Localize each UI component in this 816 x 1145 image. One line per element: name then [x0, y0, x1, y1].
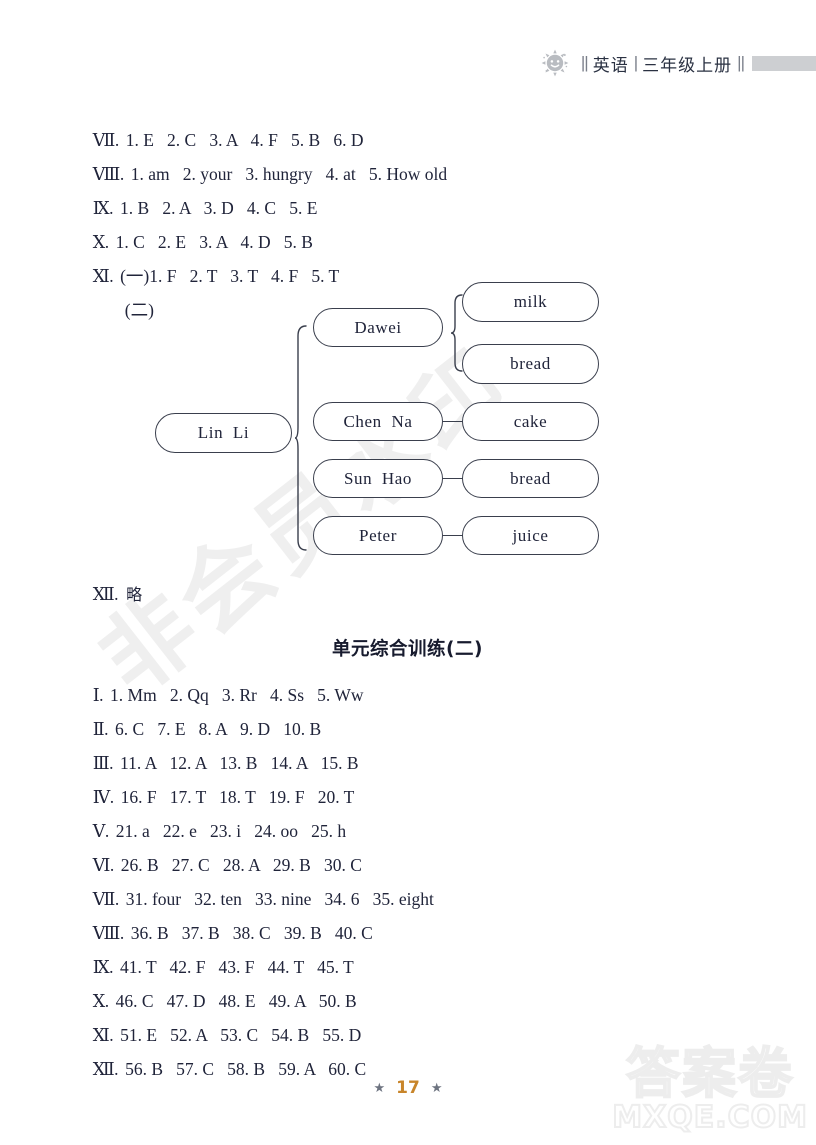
- answer-numeral: Ⅸ.: [92, 956, 114, 977]
- answer-text: 56. B 57. C 58. B 59. A 60. C: [125, 1058, 367, 1079]
- answer-text: 1. C 2. E 3. A 4. D 5. B: [115, 231, 313, 252]
- answer-text: 31. four 32. ten 33. nine 34. 6 35. eigh…: [125, 888, 434, 909]
- answer-line-b-i: Ⅰ. 1. Mm 2. Qq 3. Rr 4. Ss 5. Ww: [84, 669, 364, 704]
- answer-line-vii: Ⅶ. 1. E 2. C 3. A 4. F 5. B 6. D: [84, 114, 364, 150]
- answer-line-xii-lue: Ⅻ. 略: [84, 568, 142, 603]
- answer-line-b-ix: Ⅸ. 41. T 42. F 43. F 44. T 45. T: [84, 941, 354, 976]
- connector-sunhao-bread: [443, 478, 463, 479]
- answer-line-viii: Ⅷ. 1. am 2. your 3. hungry 4. at 5. How o…: [84, 148, 447, 183]
- diagram-node-food-cake: cake: [462, 402, 599, 441]
- page-number: 17: [396, 1078, 420, 1098]
- answer-text: 16. F 17. T 18. T 19. F 20. T: [120, 786, 355, 807]
- answer-numeral: Ⅱ.: [92, 718, 109, 739]
- answer-line-b-viii: Ⅷ. 36. B 37. B 38. C 39. B 40. C: [84, 907, 373, 942]
- header-gray-bar: [752, 55, 816, 71]
- answer-line-b-vii: Ⅶ. 31. four 32. ten 33. nine 34. 6 35. ei…: [84, 873, 434, 908]
- answer-numeral: Ⅻ.: [92, 1058, 119, 1079]
- section-title: 单元综合训练(二): [332, 639, 483, 660]
- answer-text: 1. E 2. C 3. A 4. F 5. B 6. D: [125, 129, 364, 150]
- answer-numeral: Ⅶ.: [92, 129, 119, 150]
- answer-text: 36. B 37. B 38. C 39. B 40. C: [130, 922, 373, 943]
- header-subject: 英语: [592, 55, 629, 76]
- node-label: bread: [510, 354, 551, 373]
- connector-peter-juice: [443, 535, 463, 536]
- answer-line-b-iv: Ⅳ. 16. F 17. T 18. T 19. F 20. T: [84, 771, 355, 807]
- node-label: cake: [513, 411, 548, 431]
- answer-numeral: Ⅷ.: [92, 163, 124, 184]
- answer-line-b-iii: Ⅲ. 11. A 12. A 13. B 14. A 15. B: [84, 737, 359, 772]
- answer-numeral: Ⅸ.: [92, 197, 114, 218]
- answer-line-b-xi: Ⅺ. 51. E 52. A 53. C 54. B 55. D: [84, 1009, 361, 1044]
- answer-numeral: Ⅻ.: [92, 583, 119, 604]
- answer-numeral: Ⅲ.: [92, 752, 114, 773]
- main-brace-icon: [294, 325, 307, 551]
- diagram-node-root: Lin Li: [155, 413, 292, 453]
- answer-text: 46. C 47. D 48. E 49. A 50. B: [115, 990, 357, 1011]
- answer-line-b-xii: Ⅻ. 56. B 57. C 58. B 59. A 60. C: [84, 1043, 366, 1078]
- answer-numeral: Ⅴ.: [92, 820, 110, 841]
- diagram-node-person-chenna: Chen Na: [313, 402, 443, 441]
- answer-line-b-x: Ⅹ. 46. C 47. D 48. E 49. A 50. B: [84, 975, 357, 1010]
- answer-line-b-v: Ⅴ. 21. a 22. e 23. i 24. oo 25. h: [84, 805, 346, 840]
- header-separator-1: ||: [580, 53, 589, 72]
- answer-text: (一)1. F 2. T 3. T 4. F 5. T: [120, 265, 340, 286]
- sun-icon: [540, 48, 570, 78]
- star-right-icon: ★: [430, 1080, 443, 1095]
- answer-line-b-vi: Ⅵ. 26. B 27. C 28. A 29. B 30. C: [84, 839, 362, 874]
- answer-numeral: Ⅰ.: [92, 684, 104, 705]
- answer-text: 41. T 42. F 43. F 44. T 45. T: [120, 956, 354, 977]
- answer-text: 1. Mm 2. Qq 3. Rr 4. Ss 5. Ww: [110, 684, 364, 705]
- answer-text: 略: [126, 584, 143, 604]
- node-label: juice: [512, 525, 549, 545]
- node-label: milk: [513, 292, 548, 311]
- header-separator-2: |: [633, 53, 639, 72]
- answer-line-x: Ⅹ. 1. C 2. E 3. A 4. D 5. B: [84, 216, 313, 251]
- answer-text: (二): [124, 299, 154, 320]
- page-footer: ★ 17 ★: [0, 1078, 816, 1098]
- answer-line-ix: Ⅸ. 1. B 2. A 3. D 4. C 5. E: [84, 182, 318, 218]
- header-grade: 三年级上册: [642, 55, 733, 76]
- star-left-icon: ★: [373, 1080, 386, 1095]
- answer-line-xi: Ⅺ. (一)1. F 2. T 3. T 4. F 5. T: [84, 250, 339, 285]
- answer-numeral: Ⅺ.: [92, 265, 114, 286]
- node-label: Dawei: [354, 317, 402, 337]
- answer-text: 11. A 12. A 13. B 14. A 15. B: [120, 752, 359, 773]
- diagram-node-person-dawei: Dawei: [313, 308, 443, 347]
- corner-watermark-en: MXQE.COM: [611, 1099, 808, 1135]
- node-label: Chen Na: [343, 411, 413, 431]
- answer-numeral: Ⅳ.: [92, 786, 114, 807]
- answer-text: 6. C 7. E 8. A 9. D 10. B: [115, 718, 322, 739]
- page-header: || 英语 | 三年级上册 ||: [0, 46, 816, 80]
- answer-numeral: Ⅹ.: [92, 990, 109, 1011]
- diagram-node-person-peter: Peter: [313, 516, 443, 555]
- diagram-node-food-juice: juice: [462, 516, 599, 555]
- node-label: Sun Hao: [343, 468, 413, 488]
- answer-numeral: Ⅵ.: [92, 854, 114, 875]
- answer-numeral: Ⅹ.: [92, 231, 109, 252]
- answer-line-b-ii: Ⅱ. 6. C 7. E 8. A 9. D 10. B: [84, 703, 321, 738]
- answer-text: 51. E 52. A 53. C 54. B 55. D: [120, 1024, 362, 1045]
- answer-text: 26. B 27. C 28. A 29. B 30. C: [120, 854, 362, 875]
- diagram-node-food-bread-1: bread: [462, 344, 599, 384]
- answer-text: 21. a 22. e 23. i 24. oo 25. h: [115, 820, 347, 841]
- answer-numeral: Ⅺ.: [92, 1024, 114, 1045]
- answer-numeral: Ⅶ.: [92, 888, 119, 909]
- answer-numeral: Ⅷ.: [92, 922, 124, 943]
- answer-line-xi-part2: (二): [116, 284, 154, 319]
- node-label: bread: [510, 468, 551, 488]
- connector-chenna-cake: [443, 421, 463, 422]
- node-label: Peter: [359, 525, 397, 545]
- answer-text: 1. B 2. A 3. D 4. C 5. E: [120, 197, 318, 218]
- diagram-node-food-bread-2: bread: [462, 459, 599, 498]
- header-separator-3: ||: [737, 53, 745, 72]
- diagram-node-food-milk: milk: [462, 282, 599, 322]
- node-label: Lin Li: [197, 423, 250, 442]
- diagram-node-person-sunhao: Sun Hao: [313, 459, 443, 498]
- dawei-brace-icon: [450, 294, 463, 372]
- answer-text: 1. am 2. your 3. hungry 4. at 5. How old: [130, 163, 448, 184]
